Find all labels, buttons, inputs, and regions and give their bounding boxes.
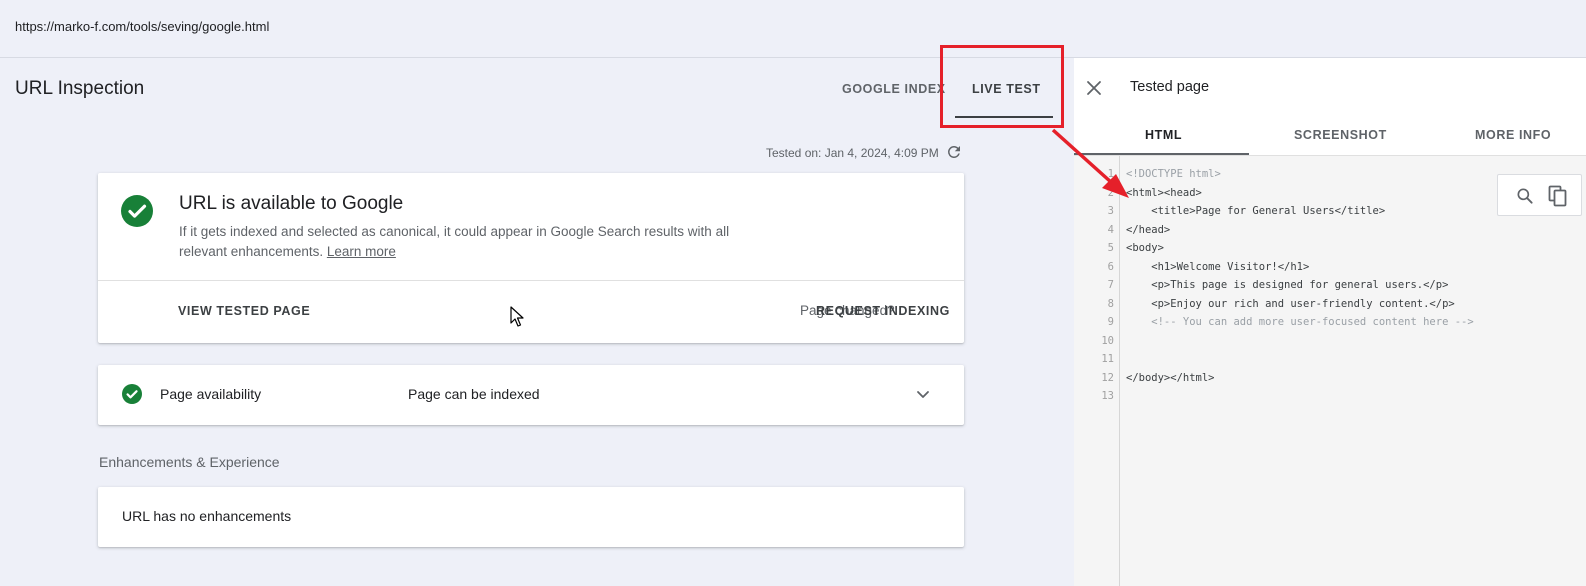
line-number: 2 xyxy=(1107,186,1114,199)
line-number: 6 xyxy=(1107,260,1114,273)
learn-more-link[interactable]: Learn more xyxy=(327,244,396,259)
card-divider xyxy=(98,280,964,281)
tab-google-index[interactable]: GOOGLE INDEX xyxy=(842,82,946,96)
line-number: 7 xyxy=(1107,279,1114,291)
code-line: <h1>Welcome Visitor!</h1> xyxy=(1126,260,1310,273)
enhancements-card: URL has no enhancements xyxy=(98,487,964,547)
tested-page-panel: Tested page HTML SCREENSHOT MORE INFO 12… xyxy=(1074,58,1586,586)
availability-label: Page availability xyxy=(160,386,262,402)
line-number: 4 xyxy=(1107,223,1114,236)
enhancements-message: URL has no enhancements xyxy=(122,508,292,524)
line-number: 5 xyxy=(1107,242,1114,254)
line-number: 11 xyxy=(1101,353,1114,365)
code-line: <!-- You can add more user-focused conte… xyxy=(1126,316,1474,328)
code-line: </head> xyxy=(1126,223,1171,236)
enhancements-section-title: Enhancements & Experience xyxy=(99,454,280,470)
status-description-text: If it gets indexed and selected as canon… xyxy=(179,224,730,259)
panel-title: Tested page xyxy=(1130,79,1210,95)
view-tested-page-button[interactable]: VIEW TESTED PAGE xyxy=(178,304,310,318)
line-number: 8 xyxy=(1107,297,1114,310)
page-availability-row[interactable]: Page availability Page can be indexed xyxy=(98,365,964,425)
url-text[interactable]: https://marko-f.com/tools/seving/google.… xyxy=(15,19,269,34)
tab-screenshot[interactable]: SCREENSHOT xyxy=(1294,128,1387,142)
code-line: <!DOCTYPE html> xyxy=(1126,168,1221,180)
chevron-down-icon[interactable] xyxy=(915,386,931,402)
tab-more-info[interactable]: MORE INFO xyxy=(1475,128,1551,142)
code-line: <p>Enjoy our rich and user-friendly cont… xyxy=(1126,297,1455,310)
line-number: 12 xyxy=(1101,371,1114,384)
url-status-card: URL is available to Google If it gets in… xyxy=(98,173,964,343)
copy-icon[interactable] xyxy=(1548,185,1568,207)
tab-html[interactable]: HTML xyxy=(1145,128,1182,142)
code-line: <html><head> xyxy=(1126,186,1202,199)
status-title: URL is available to Google xyxy=(179,193,404,214)
code-line: <p>This page is designed for general use… xyxy=(1126,279,1449,291)
line-number-gutter: 1 2 3 4 5 6 7 8 9 10 11 12 13 xyxy=(1074,156,1120,586)
annotation-highlight-box xyxy=(940,45,1064,128)
refresh-icon[interactable] xyxy=(945,143,963,161)
check-circle-icon xyxy=(121,195,153,227)
mouse-cursor-icon xyxy=(510,306,524,327)
line-number: 13 xyxy=(1101,390,1114,402)
line-number: 1 xyxy=(1107,168,1114,180)
status-description: If it gets indexed and selected as canon… xyxy=(179,222,739,262)
code-line: <body> xyxy=(1126,242,1164,254)
code-line: <title>Page for General Users</title> xyxy=(1126,205,1386,217)
check-circle-icon xyxy=(122,384,142,404)
html-code-viewer[interactable]: 1 2 3 4 5 6 7 8 9 10 11 12 13 <!DOCTYPE html> <html><… xyxy=(1074,156,1586,586)
line-number: 10 xyxy=(1101,334,1114,347)
code-toolbar xyxy=(1497,174,1582,216)
close-icon[interactable] xyxy=(1086,80,1102,96)
address-bar[interactable]: https://marko-f.com/tools/seving/google.… xyxy=(0,0,1586,58)
line-number: 3 xyxy=(1107,205,1114,217)
line-number: 9 xyxy=(1107,316,1114,328)
search-icon[interactable] xyxy=(1515,186,1535,206)
request-indexing-button[interactable]: REQUEST INDEXING xyxy=(816,304,950,318)
tested-on-timestamp: Tested on: Jan 4, 2024, 4:09 PM xyxy=(766,146,939,160)
page-title: URL Inspection xyxy=(15,78,145,99)
availability-value: Page can be indexed xyxy=(408,386,540,402)
code-line: </body></html> xyxy=(1126,371,1215,384)
